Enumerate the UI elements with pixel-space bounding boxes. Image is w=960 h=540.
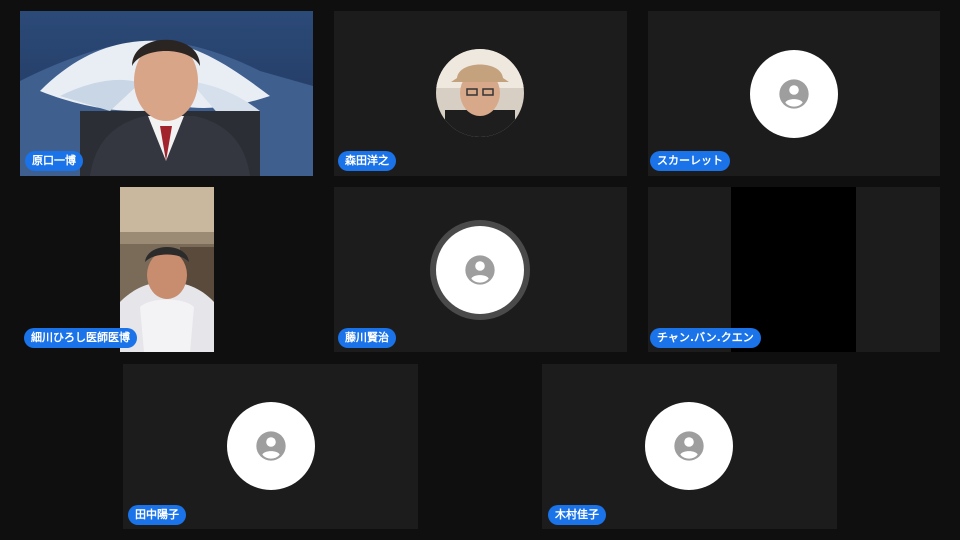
participant-name-tag: 森田洋之 bbox=[338, 151, 396, 171]
participant-avatar bbox=[436, 226, 524, 314]
participant-tile-scarlet[interactable]: スカーレット bbox=[648, 11, 940, 176]
person-circle-icon bbox=[779, 79, 809, 109]
person-circle-icon bbox=[465, 255, 495, 285]
participant-name-tag: 藤川賢治 bbox=[338, 328, 396, 348]
participant-name-tag: 木村佳子 bbox=[548, 505, 606, 525]
participant-name-tag: チャン.バン.クエン bbox=[650, 328, 761, 348]
participant-tile-morita[interactable]: 森田洋之 bbox=[334, 11, 627, 176]
participant-avatar-photo bbox=[436, 49, 524, 137]
person-circle-icon bbox=[674, 431, 704, 461]
person-circle-icon bbox=[256, 431, 286, 461]
participant-name-tag: 田中陽子 bbox=[128, 505, 186, 525]
participant-tile-hosokawa[interactable]: 細川ひろし医師医博 bbox=[20, 187, 313, 352]
participant-video bbox=[120, 187, 214, 352]
participant-tile-haraguchi[interactable]: 原口一博 bbox=[20, 11, 313, 176]
participant-avatar bbox=[227, 402, 315, 490]
participant-name-tag: 細川ひろし医師医博 bbox=[24, 328, 137, 348]
participant-tile-kimura[interactable]: 木村佳子 bbox=[542, 364, 837, 529]
participant-name-tag: スカーレット bbox=[650, 151, 730, 171]
participant-avatar bbox=[750, 50, 838, 138]
participant-tile-chan[interactable]: チャン.バン.クエン bbox=[648, 187, 940, 352]
participant-tile-tanaka[interactable]: 田中陽子 bbox=[123, 364, 418, 529]
participant-tile-fujikawa[interactable]: 藤川賢治 bbox=[334, 187, 627, 352]
participant-name-tag: 原口一博 bbox=[25, 151, 83, 171]
participant-avatar bbox=[645, 402, 733, 490]
